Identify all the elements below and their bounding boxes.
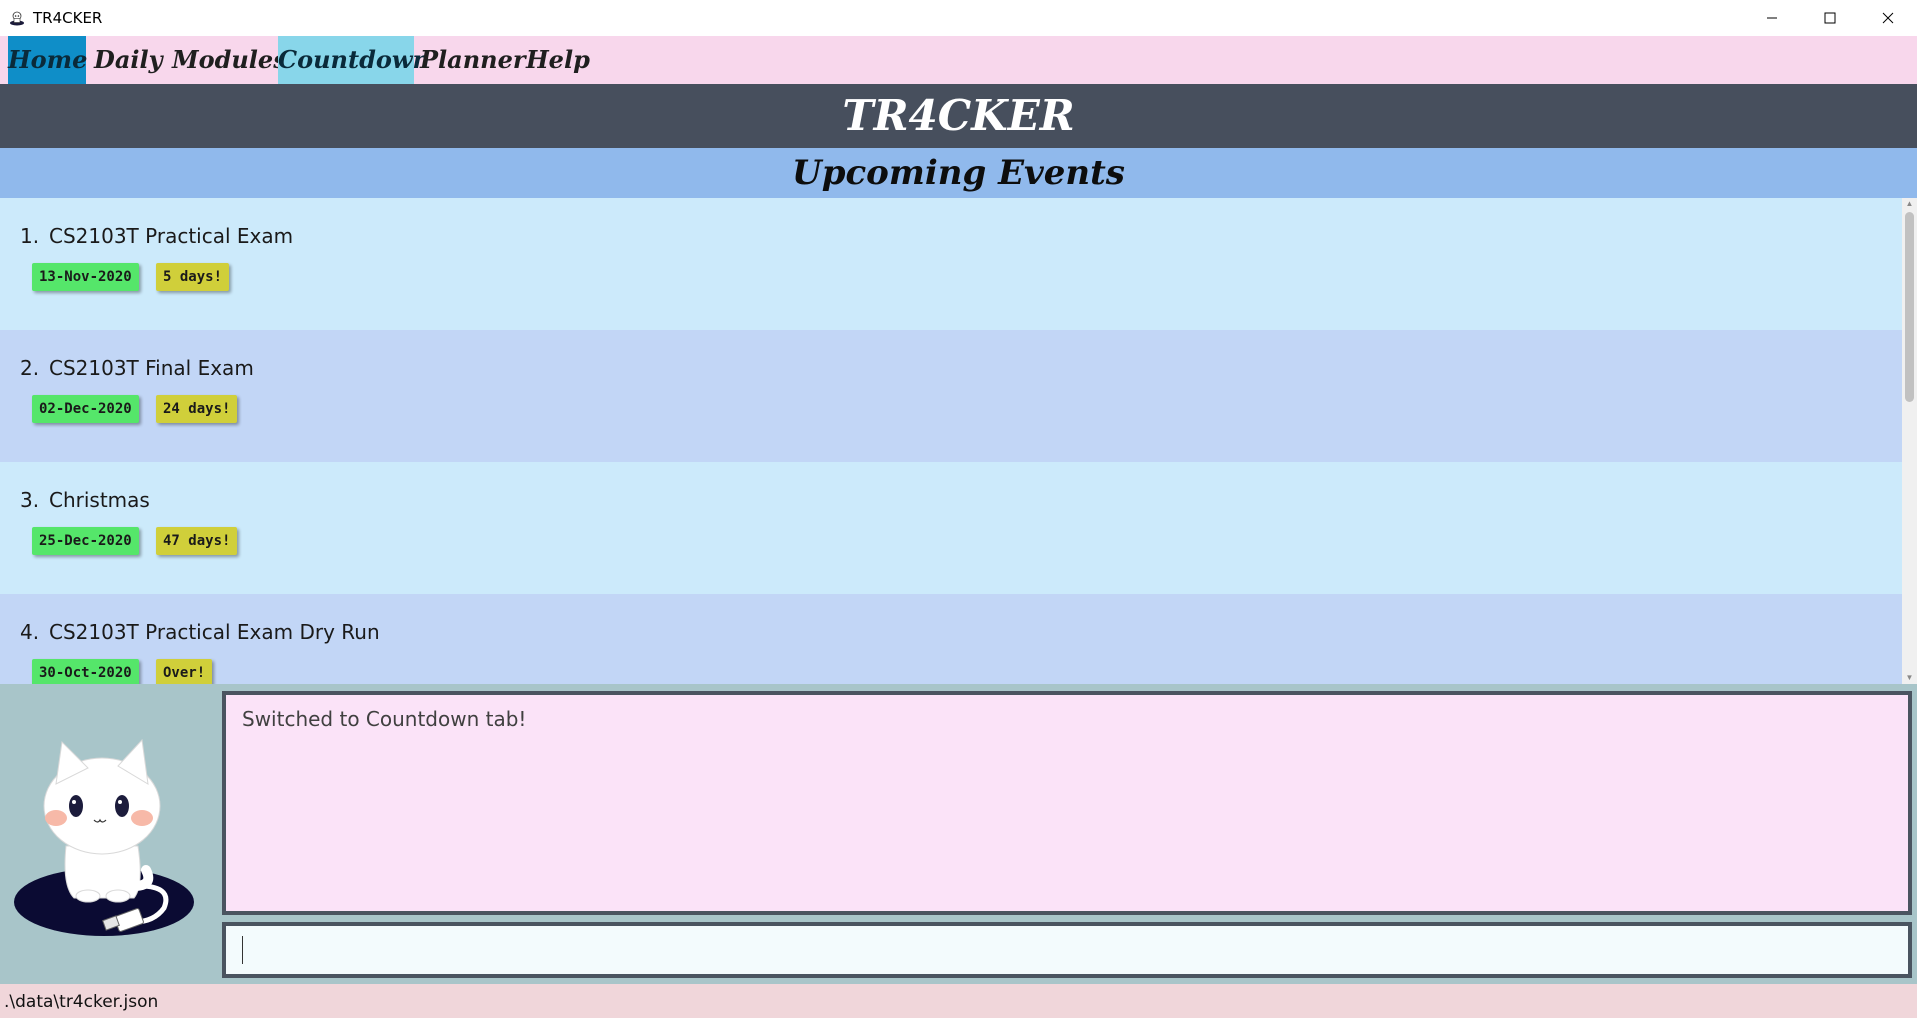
scroll-up-icon[interactable]: ▲: [1902, 198, 1917, 210]
minimize-icon: [1767, 17, 1777, 19]
event-name: CS2103T Practical Exam: [49, 224, 294, 248]
close-icon: [1882, 12, 1894, 24]
result-display: Switched to Countdown tab!: [222, 691, 1912, 915]
app-header: TR4CKER: [0, 84, 1917, 148]
event-index: 2.: [20, 356, 40, 380]
scroll-down-icon[interactable]: ▼: [1902, 672, 1917, 684]
section-title: Upcoming Events: [0, 148, 1917, 198]
tab-help[interactable]: Help: [526, 36, 590, 84]
result-message: Switched to Countdown tab!: [242, 707, 527, 731]
event-title: 4. CS2103T Practical Exam Dry Run: [20, 620, 380, 644]
countdown-tag: 47 days!: [156, 527, 238, 555]
events-list[interactable]: 1. CS2103T Practical Exam 13-Nov-2020 5 d…: [0, 198, 1902, 684]
title-bar: TR4CKER: [0, 0, 1917, 36]
bottom-panel: Switched to Countdown tab!: [0, 684, 1917, 984]
date-tag: 30-Oct-2020: [32, 659, 139, 684]
text-caret: [242, 936, 243, 964]
maximize-icon: [1824, 12, 1836, 24]
list-item[interactable]: 1. CS2103T Practical Exam 13-Nov-2020 5 d…: [0, 198, 1902, 330]
events-scrollbar[interactable]: ▲ ▼: [1902, 198, 1917, 684]
event-name: CS2103T Practical Exam Dry Run: [49, 620, 380, 644]
event-title: 2. CS2103T Final Exam: [20, 356, 254, 380]
tab-home[interactable]: Home: [8, 36, 87, 84]
command-input[interactable]: [222, 922, 1912, 978]
date-tag: 25-Dec-2020: [32, 527, 139, 555]
event-title: 3. Christmas: [20, 488, 150, 512]
scroll-thumb[interactable]: [1905, 212, 1914, 402]
app-icon: [9, 10, 25, 26]
window-title: TR4CKER: [33, 9, 103, 27]
tab-planner[interactable]: Planner: [420, 36, 526, 84]
menu-bar: Home Daily Modules Countdown Planner Hel…: [0, 36, 1917, 84]
event-index: 3.: [20, 488, 40, 512]
countdown-tag: 24 days!: [156, 395, 238, 423]
countdown-tag: 5 days!: [156, 263, 230, 291]
tab-modules[interactable]: Modules: [172, 36, 287, 84]
list-item[interactable]: 2. CS2103T Final Exam 02-Dec-2020 24 days…: [0, 330, 1902, 462]
date-tag: 13-Nov-2020: [32, 263, 139, 291]
maximize-button[interactable]: [1801, 0, 1859, 36]
save-location: .\data\tr4cker.json: [4, 992, 159, 1012]
event-name: Christmas: [49, 488, 150, 512]
event-index: 4.: [20, 620, 40, 644]
list-item[interactable]: 3. Christmas 25-Dec-2020 47 days!: [0, 462, 1902, 594]
countdown-tag: Over!: [156, 659, 213, 684]
event-index: 1.: [20, 224, 40, 248]
list-item[interactable]: 4. CS2103T Practical Exam Dry Run 30-Oct-…: [0, 594, 1902, 684]
close-button[interactable]: [1859, 0, 1917, 36]
date-tag: 02-Dec-2020: [32, 395, 139, 423]
event-name: CS2103T Final Exam: [49, 356, 254, 380]
cat-mascot-image: [14, 736, 200, 942]
tab-countdown[interactable]: Countdown: [278, 36, 430, 84]
status-bar: .\data\tr4cker.json: [0, 984, 1917, 1018]
tab-daily[interactable]: Daily: [94, 36, 163, 84]
minimize-button[interactable]: [1743, 0, 1801, 36]
event-title: 1. CS2103T Practical Exam: [20, 224, 293, 248]
